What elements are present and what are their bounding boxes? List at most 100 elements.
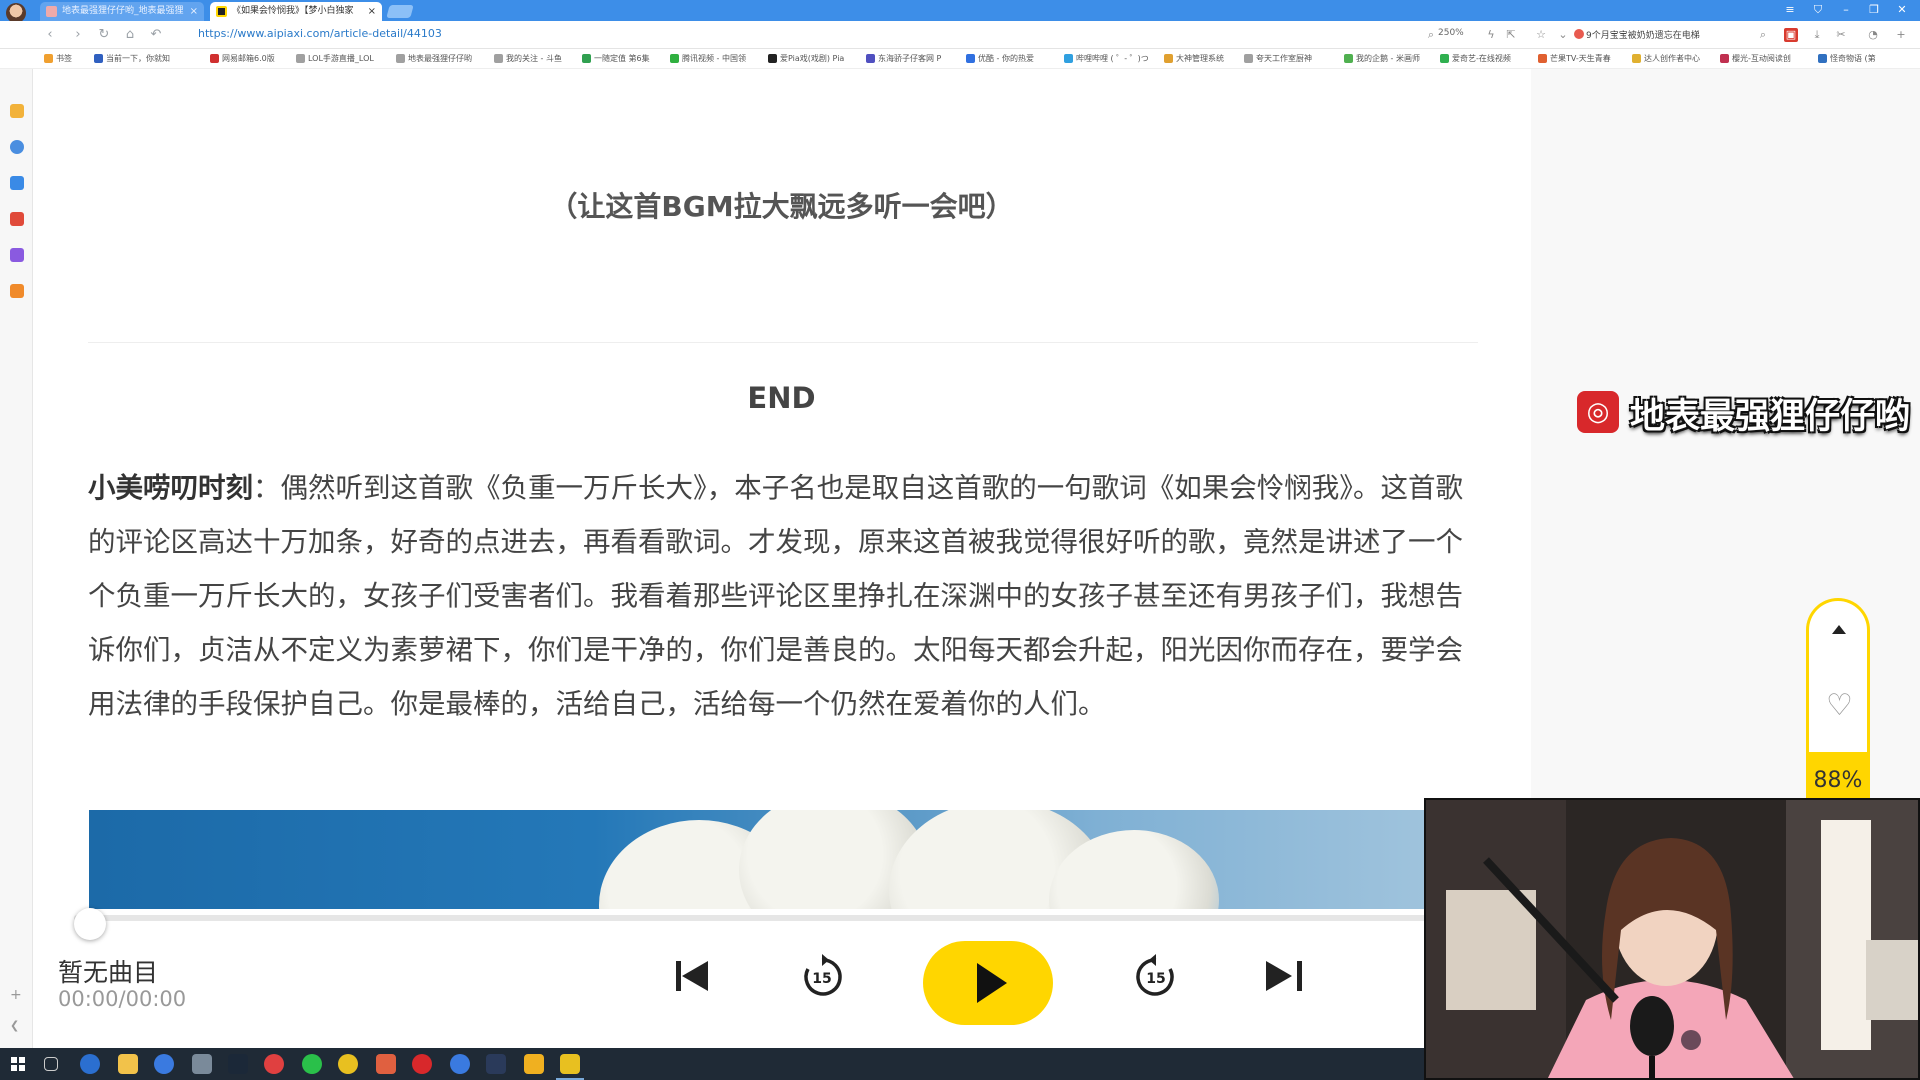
chevron-down-icon[interactable]: ⌄ <box>1556 28 1570 42</box>
tab-article[interactable]: 《如果会怜悯我》【梦小白独家 × <box>210 2 382 21</box>
bookmark-item[interactable]: 一随定值 第6集 <box>582 53 650 64</box>
bookmark-item[interactable]: 爱Pia戏(戏剧) Pia <box>768 53 844 64</box>
history-icon[interactable] <box>10 140 24 154</box>
zoom-level[interactable]: 250% <box>1438 28 1464 38</box>
app-icon[interactable] <box>560 1054 580 1074</box>
app-icon[interactable] <box>80 1054 100 1074</box>
tab-streamer-page[interactable]: 地表最强狸仔仔哟_地表最强狸 × <box>40 2 204 21</box>
bookmark-item[interactable]: 哔哩哔哩 ( ゜- ゜)つ <box>1064 53 1149 64</box>
zoom-icon[interactable]: ⌕ <box>1424 28 1438 42</box>
back-icon[interactable]: ‹ <box>42 27 58 43</box>
bookmark-item[interactable]: 樱光-互动阅读创 <box>1720 53 1791 64</box>
heart-icon[interactable]: ♡ <box>1826 691 1853 721</box>
play-icon <box>977 963 1007 1003</box>
search-icon[interactable] <box>10 284 24 298</box>
netease-music-icon[interactable] <box>412 1054 432 1074</box>
file-explorer-icon[interactable] <box>118 1054 138 1074</box>
forward-icon[interactable]: › <box>70 27 86 43</box>
obs-icon[interactable] <box>264 1054 284 1074</box>
bgm-note: （让这首BGM拉大飘远多听一会吧） <box>549 190 1014 223</box>
rewind-15-button[interactable]: 15 <box>798 953 846 1001</box>
bookmark-item[interactable]: 达人创作者中心 <box>1632 53 1700 64</box>
app-icon[interactable] <box>486 1054 506 1074</box>
minimize-button[interactable]: – <box>1836 2 1856 18</box>
reload-icon[interactable]: ↻ <box>96 27 112 43</box>
scroll-to-top-icon[interactable] <box>1832 625 1846 634</box>
bookmark-item[interactable]: 书签 <box>44 53 72 64</box>
steam-icon[interactable] <box>228 1054 248 1074</box>
app-icon[interactable] <box>376 1054 396 1074</box>
news-ticker[interactable]: 9个月宝宝被奶奶遗忘在电梯 <box>1586 28 1700 41</box>
scissors-icon[interactable]: ✂ <box>1834 28 1848 42</box>
maximize-button[interactable]: ❐ <box>1864 2 1884 18</box>
tab-title: 地表最强狸仔仔哟_地表最强狸 <box>62 6 184 16</box>
close-icon[interactable]: × <box>368 2 376 21</box>
start-button[interactable] <box>11 1057 25 1071</box>
app-icon[interactable] <box>338 1054 358 1074</box>
bookmark-item[interactable]: 芒果TV-天生青春 <box>1538 53 1611 64</box>
task-view-icon[interactable] <box>44 1057 58 1071</box>
forward-15-button[interactable]: 15 <box>1132 953 1180 1001</box>
notes-icon[interactable] <box>10 248 24 262</box>
bookmark-item[interactable]: 大神管理系统 <box>1164 53 1224 64</box>
play-button[interactable] <box>923 941 1053 1025</box>
divider <box>88 342 1478 343</box>
download-icon[interactable]: ⤓ <box>1810 28 1824 42</box>
page-favicon-icon <box>46 6 57 17</box>
bookmark-item[interactable]: 腾讯视频 - 中国领 <box>670 53 746 64</box>
bookmark-item[interactable]: 我的企鹅 - 米画师 <box>1344 53 1420 64</box>
browser-icon[interactable] <box>450 1054 470 1074</box>
favorites-icon[interactable] <box>10 104 24 118</box>
add-icon[interactable]: + <box>1894 28 1908 42</box>
bookmark-item[interactable]: 当前一下，你就知 <box>94 53 170 64</box>
wechat-icon[interactable] <box>302 1054 322 1074</box>
share-icon[interactable]: ⇱ <box>1504 28 1518 42</box>
history-icon[interactable]: ◔ <box>1866 28 1880 42</box>
bookmark-item[interactable]: 夸天工作室厨神 <box>1244 53 1312 64</box>
star-icon[interactable]: ☆ <box>1534 28 1548 42</box>
add-icon[interactable]: + <box>10 987 22 1003</box>
progress-handle[interactable] <box>74 908 106 940</box>
close-icon[interactable]: × <box>190 2 198 21</box>
page-favicon-icon <box>216 6 227 17</box>
app-icon[interactable] <box>192 1054 212 1074</box>
search-icon[interactable]: ⌕ <box>1756 28 1770 42</box>
progress-bar[interactable] <box>74 908 1454 940</box>
close-window-button[interactable]: ✕ <box>1892 2 1912 18</box>
end-title: END <box>747 381 816 415</box>
pdf-icon[interactable] <box>10 212 24 226</box>
bookmark-item[interactable]: 地表最强狸仔仔哟 <box>396 53 472 64</box>
bookmarks-bar: 书签 当前一下，你就知 网易邮箱6.0版 LOL手游直播_LOL 地表最强狸仔仔… <box>0 49 1920 69</box>
streamer-watermark: 地表最强狸仔仔哟 <box>1630 397 1911 437</box>
scroll-widget: ♡ 88% <box>1806 598 1870 798</box>
shield-icon[interactable]: ⛉ <box>1808 2 1828 18</box>
next-track-button[interactable] <box>1266 953 1306 1001</box>
bookmark-item[interactable]: 怪奇物语 (第 <box>1818 53 1876 64</box>
user-avatar[interactable] <box>6 3 26 23</box>
home-icon[interactable]: ⌂ <box>122 27 138 43</box>
url-field[interactable]: https://www.aipiaxi.com/article-detail/4… <box>198 27 442 40</box>
extension-icon[interactable]: ▣ <box>1784 28 1798 42</box>
game-icon[interactable] <box>10 176 24 190</box>
collapse-icon[interactable]: ❮ <box>10 1019 19 1032</box>
lightning-icon[interactable]: ϟ <box>1484 28 1498 42</box>
bookmark-item[interactable]: 东海骄子仔客网 P <box>866 53 941 64</box>
forward-15-label: 15 <box>1146 971 1165 987</box>
bookmark-item[interactable]: 爱奇艺-在线视频 <box>1440 53 1511 64</box>
menu-icon[interactable]: ≡ <box>1780 2 1800 18</box>
browser-icon[interactable] <box>154 1054 174 1074</box>
webcam-image <box>1426 800 1918 1078</box>
bookmark-item[interactable]: 优酷 - 你的热爱 <box>966 53 1034 64</box>
previous-track-button[interactable] <box>676 953 716 1001</box>
bookmark-item[interactable]: 网易邮箱6.0版 <box>210 53 275 64</box>
app-icon[interactable] <box>524 1054 544 1074</box>
undo-icon[interactable]: ↶ <box>148 27 164 43</box>
cover-image <box>89 810 1529 909</box>
article-content: （让这首BGM拉大飘远多听一会吧） END 小美唠叨时刻：偶然听到这首歌《负重一… <box>34 69 1531 909</box>
bookmark-item[interactable]: LOL手游直播_LOL <box>296 53 374 64</box>
track-time: 00:00/00:00 <box>58 987 187 1011</box>
news-icon <box>1574 29 1584 39</box>
previous-icon <box>676 961 681 991</box>
new-tab-button[interactable] <box>386 5 414 18</box>
bookmark-item[interactable]: 我的关注 - 斗鱼 <box>494 53 562 64</box>
